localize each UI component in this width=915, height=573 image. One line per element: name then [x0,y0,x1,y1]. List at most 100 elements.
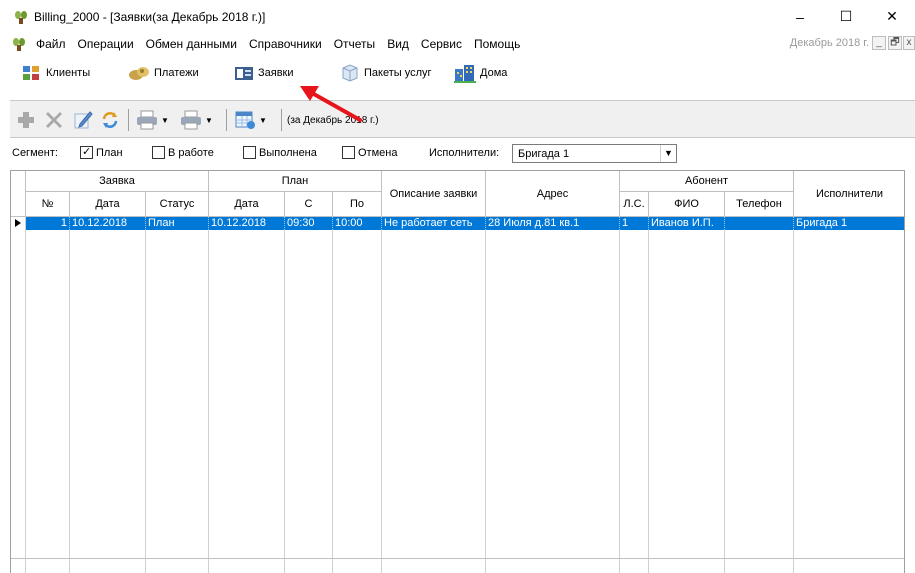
cell-address[interactable]: 28 Июля д.81 кв.1 [486,217,620,230]
column-header-phone[interactable]: Телефон [725,192,794,217]
title-bar: Billing_2000 - [Заявки(за Декабрь 2018 г… [0,0,915,33]
plan-checkbox-label: План [96,147,123,159]
done-checkbox[interactable] [243,146,256,159]
delete-button[interactable] [44,108,64,132]
cell-to[interactable]: 10:00 [333,217,382,230]
requests-icon [235,67,253,80]
period-select-button[interactable]: ▼ [234,108,267,132]
grid-line [724,217,725,573]
menu-file[interactable]: Файл [30,37,72,51]
grid-line [381,217,382,573]
cell-description[interactable]: Не работает сеть [382,217,486,230]
payments-icon [129,67,149,80]
service-packages-button[interactable]: Пакеты услуг [340,61,432,85]
cell-date[interactable]: 10.12.2018 [70,217,146,230]
done-checkbox-label: Выполнена [259,147,317,159]
chevron-down-icon[interactable]: ▼ [660,145,676,162]
service-packages-label: Пакеты услуг [364,67,432,79]
cell-plan-date[interactable]: 10.12.2018 [209,217,285,230]
menu-references[interactable]: Справочники [243,37,328,51]
refresh-icon [102,112,118,128]
grid-line [145,217,146,573]
column-header-to[interactable]: По [333,192,382,217]
group-header-request: Заявка [26,171,209,192]
menu-data-exchange[interactable]: Обмен данными [140,37,243,51]
column-header-date[interactable]: Дата [70,192,146,217]
document-icon [13,38,25,51]
requests-button[interactable]: Заявки [234,61,294,85]
column-header-description[interactable]: Описание заявки [382,171,486,217]
clients-label: Клиенты [46,67,91,79]
action-toolbar: ▼ ▼ ▼ (за Декабрь 2018 г.) [10,100,915,138]
calendar-table-icon [235,111,255,129]
executors-select[interactable]: Бригада 1 ▼ [512,144,677,163]
printer-icon [181,110,201,130]
cell-account[interactable]: 1 [620,217,649,230]
cell-name[interactable]: Иванов И.П. [649,217,725,230]
printer-icon [137,110,157,130]
grid-line [208,217,209,573]
plus-icon [18,112,34,128]
payments-button[interactable]: Платежи [128,61,199,85]
mdi-restore-button[interactable]: 🗗 [888,36,902,50]
print-preview-button[interactable]: ▼ [180,108,213,132]
plan-checkbox[interactable] [80,145,93,159]
grid-footer-line [11,558,904,559]
period-dropdown-icon[interactable]: ▼ [259,116,267,125]
package-icon [342,64,358,82]
clients-icon [23,66,39,80]
maximize-button[interactable]: ☐ [823,0,869,33]
menu-bar: Файл Операции Обмен данными Справочники … [0,33,915,55]
close-button[interactable]: ✕ [869,0,915,33]
edit-button[interactable] [72,108,94,132]
grid-line [485,217,486,573]
cell-number[interactable]: 1 [26,217,70,230]
cell-status[interactable]: План [146,217,209,230]
houses-label: Дома [480,67,508,79]
module-bar: Клиенты Платежи Заявки Пакеты услуг Дома [0,55,915,93]
requests-label: Заявки [258,67,294,79]
column-header-status[interactable]: Статус [146,192,209,217]
column-header-account[interactable]: Л.С. [620,192,649,217]
app-icon [15,10,27,24]
clients-button[interactable]: Клиенты [22,61,90,85]
in-work-checkbox-label: В работе [168,147,214,159]
cancel-checkbox-label: Отмена [358,147,398,159]
executors-label: Исполнители: [429,147,500,159]
segment-label: Сегмент: [12,147,58,159]
cancel-checkbox[interactable] [342,146,355,159]
add-button[interactable] [16,108,36,132]
print-preview-dropdown-icon[interactable]: ▼ [205,116,213,125]
houses-button[interactable]: Дома [454,61,507,85]
grid-line [619,217,620,573]
minimize-button[interactable]: – [777,0,823,33]
menu-service[interactable]: Сервис [415,37,468,51]
column-header-executors[interactable]: Исполнители [794,171,904,217]
menu-view[interactable]: Вид [381,37,415,51]
grid-line [284,217,285,573]
column-header-number[interactable]: № [26,192,70,217]
toolbar-separator [226,109,227,131]
menu-operations[interactable]: Операции [72,37,140,51]
grid-line [25,217,26,573]
column-header-address[interactable]: Адрес [486,171,620,217]
column-header-from[interactable]: С [285,192,333,217]
cell-from[interactable]: 09:30 [285,217,333,230]
column-header-plan-date[interactable]: Дата [209,192,285,217]
print-dropdown-icon[interactable]: ▼ [161,116,169,125]
print-button[interactable]: ▼ [136,108,169,132]
refresh-button[interactable] [100,108,120,132]
cell-phone[interactable] [725,217,794,230]
period-label: (за Декабрь 2018 г.) [287,114,379,126]
mdi-close-button[interactable]: x [903,36,915,50]
cell-executors[interactable]: Бригада 1 [794,217,904,230]
grid-line [793,217,794,573]
current-period: Декабрь 2018 г. [789,37,869,49]
menu-help[interactable]: Помощь [468,37,526,51]
grid-line [648,217,649,573]
mdi-minimize-button[interactable]: _ [872,36,886,50]
column-header-name[interactable]: ФИО [649,192,725,217]
in-work-checkbox[interactable] [152,146,165,159]
menu-reports[interactable]: Отчеты [328,37,381,51]
window-title: Billing_2000 - [Заявки(за Декабрь 2018 г… [34,9,266,24]
